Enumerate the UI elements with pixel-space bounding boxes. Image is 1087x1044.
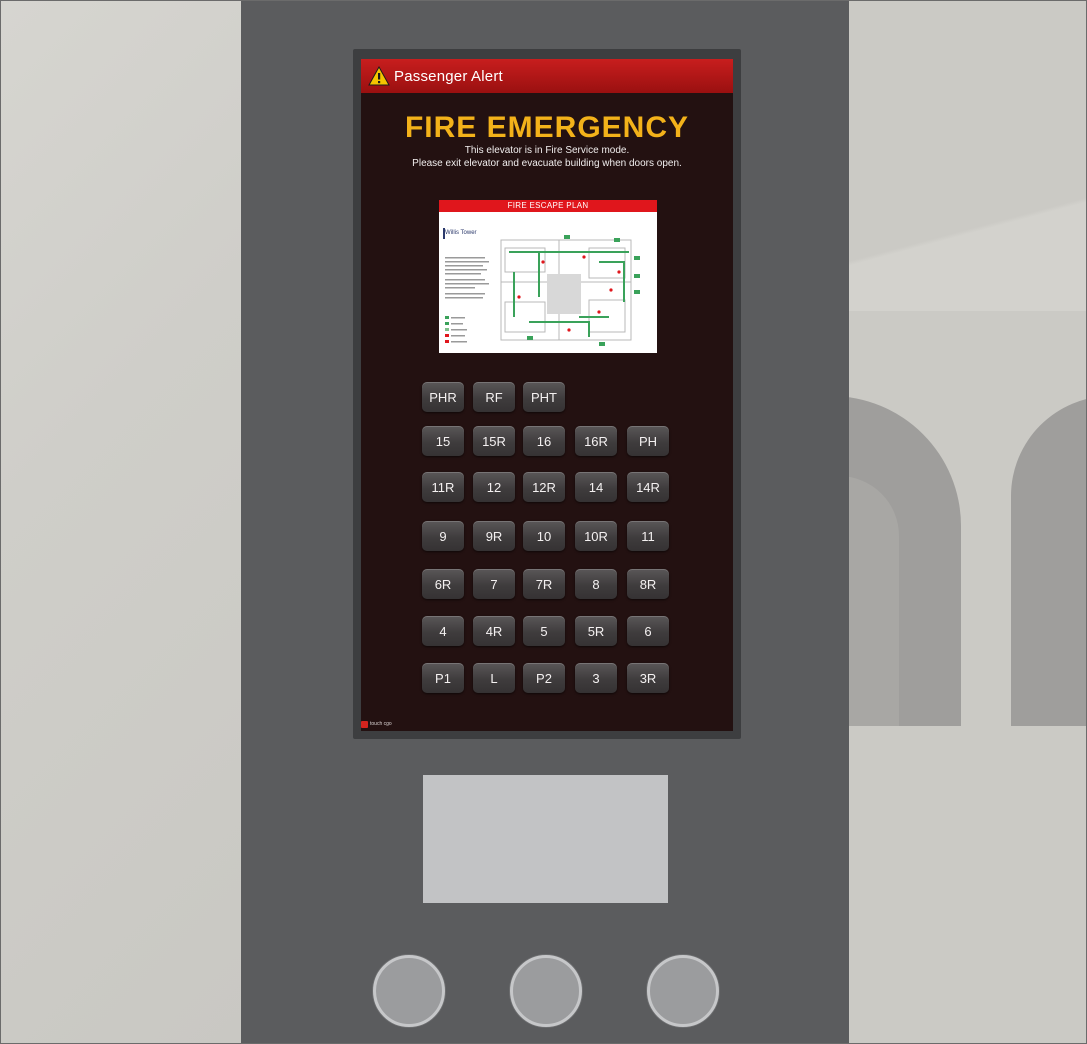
floor-button-15r[interactable]: 15R: [473, 426, 515, 456]
floor-button-14[interactable]: 14: [575, 472, 617, 502]
floor-button-7[interactable]: 7: [473, 569, 515, 599]
background-left: [1, 1, 241, 1043]
alert-title: Passenger Alert: [394, 67, 503, 85]
floor-button-l[interactable]: L: [473, 663, 515, 693]
floor-button-12[interactable]: 12: [473, 472, 515, 502]
floor-button-14r[interactable]: 14R: [627, 472, 669, 502]
floor-button-8r[interactable]: 8R: [627, 569, 669, 599]
brand-text: touch cgo: [370, 721, 392, 727]
floor-button-p1[interactable]: P1: [422, 663, 464, 693]
floor-button-rf[interactable]: RF: [473, 382, 515, 412]
floor-button-15[interactable]: 15: [422, 426, 464, 456]
round-call-button-center[interactable]: [510, 955, 582, 1027]
floor-button-10r[interactable]: 10R: [575, 521, 617, 551]
emergency-message-line-1: This elevator is in Fire Service mode.: [464, 145, 630, 156]
floor-button-ph[interactable]: PH: [627, 426, 669, 456]
fire-escape-plan-title: FIRE ESCAPE PLAN: [439, 200, 657, 212]
background-diagonal: [849, 151, 1086, 311]
emergency-headline: FIRE EMERGENCY: [404, 111, 690, 144]
brand-mark-icon: [361, 720, 368, 728]
floor-plan-map: [445, 235, 640, 346]
fire-escape-plan: FIRE ESCAPE PLAN Willis Tower: [439, 200, 657, 353]
warning-triangle-icon: [368, 65, 390, 86]
floor-button-10[interactable]: 10: [523, 521, 565, 551]
floor-button-11r[interactable]: 11R: [422, 472, 464, 502]
brand-logo: touch cgo: [361, 719, 392, 729]
touch-screen: Passenger Alert FIRE EMERGENCY This elev…: [361, 59, 733, 731]
floor-button-4r[interactable]: 4R: [473, 616, 515, 646]
alert-bar: Passenger Alert: [361, 59, 733, 93]
emergency-message-line-2: Please exit elevator and evacuate buildi…: [412, 158, 682, 169]
floor-button-9r[interactable]: 9R: [473, 521, 515, 551]
floor-button-4[interactable]: 4: [422, 616, 464, 646]
floor-button-5r[interactable]: 5R: [575, 616, 617, 646]
round-call-button-right[interactable]: [647, 955, 719, 1027]
floor-button-p2[interactable]: P2: [523, 663, 565, 693]
floor-button-3[interactable]: 3: [575, 663, 617, 693]
floor-button-8[interactable]: 8: [575, 569, 617, 599]
round-call-button-left[interactable]: [373, 955, 445, 1027]
floor-button-11[interactable]: 11: [627, 521, 669, 551]
floor-button-pht[interactable]: PHT: [523, 382, 565, 412]
floor-button-6r[interactable]: 6R: [422, 569, 464, 599]
page-frame: Passenger Alert FIRE EMERGENCY This elev…: [0, 0, 1087, 1044]
floor-button-3r[interactable]: 3R: [627, 663, 669, 693]
floor-button-16r[interactable]: 16R: [575, 426, 617, 456]
floor-button-phr[interactable]: PHR: [422, 382, 464, 412]
floor-button-9[interactable]: 9: [422, 521, 464, 551]
floor-button-16[interactable]: 16: [523, 426, 565, 456]
lower-display-panel: [423, 775, 668, 903]
floor-button-5[interactable]: 5: [523, 616, 565, 646]
floor-button-12r[interactable]: 12R: [523, 472, 565, 502]
floor-button-7r[interactable]: 7R: [523, 569, 565, 599]
floor-button-6[interactable]: 6: [627, 616, 669, 646]
